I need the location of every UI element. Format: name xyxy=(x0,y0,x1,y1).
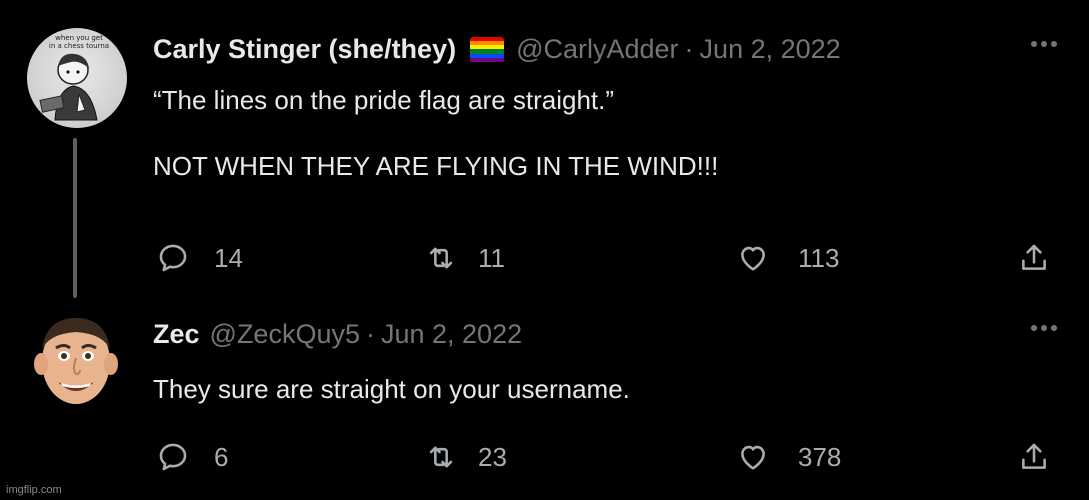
retweet-count: 11 xyxy=(478,242,505,273)
heart-icon xyxy=(741,246,765,271)
avatar-zec[interactable] xyxy=(24,308,128,412)
user-handle[interactable]: @ZeckQuy5 xyxy=(210,319,360,350)
retweet-button[interactable]: 11 xyxy=(424,238,505,278)
retweet-count: 23 xyxy=(478,441,507,472)
retweet-icon xyxy=(429,446,453,468)
retweet-icon xyxy=(429,247,453,269)
like-count: 378 xyxy=(798,441,842,472)
share-icon xyxy=(1022,443,1046,469)
flag-stripe xyxy=(470,58,505,63)
tweet-header: Carly Stinger (she/they) @CarlyAdder · J… xyxy=(153,34,841,65)
display-name[interactable]: Carly Stinger (she/they) xyxy=(153,34,456,65)
avatar-caption-line1: when you get xyxy=(55,34,103,42)
tweet-zec[interactable]: Zec @ZeckQuy5 · Jun 2, 2022 They sure ar… xyxy=(0,300,1089,500)
rainbow-pride-flag-icon xyxy=(470,36,505,63)
reply-button[interactable]: 14 xyxy=(156,238,243,278)
avatar-carly[interactable]: when you get in a chess tourna xyxy=(27,28,127,128)
share-button[interactable] xyxy=(1017,437,1051,477)
watermark: imgflip.com xyxy=(6,484,62,496)
display-name[interactable]: Zec xyxy=(153,319,200,350)
avatar-caption-line2: in a chess tourna xyxy=(49,42,109,50)
reply-button[interactable]: 6 xyxy=(156,437,228,477)
tweet-date[interactable]: Jun 2, 2022 xyxy=(700,34,841,65)
tweet-date[interactable]: Jun 2, 2022 xyxy=(381,319,522,350)
tweet-text: They sure are straight on your username. xyxy=(153,374,630,404)
separator-dot: · xyxy=(365,319,375,349)
like-button[interactable]: 113 xyxy=(736,238,839,278)
user-handle[interactable]: @CarlyAdder xyxy=(516,34,678,65)
cartoon-chess-player-avatar-image: when you get in a chess tourna xyxy=(39,34,109,121)
tweet-actions: 14 11 113 xyxy=(0,238,1089,278)
reply-count: 14 xyxy=(214,242,243,273)
share-icon xyxy=(1022,244,1046,270)
reply-icon xyxy=(159,443,187,471)
tweet-text: “The lines on the pride flag are straigh… xyxy=(153,85,719,181)
more-options-icon[interactable] xyxy=(1029,38,1059,50)
retweet-button[interactable]: 23 xyxy=(424,437,507,477)
share-button[interactable] xyxy=(1017,238,1051,278)
separator-dot: · xyxy=(684,34,694,64)
tweet-carly[interactable]: when you get in a chess tourna Carly Sti… xyxy=(0,0,1089,300)
more-options-icon[interactable] xyxy=(1029,322,1059,334)
tweet-header: Zec @ZeckQuy5 · Jun 2, 2022 xyxy=(153,319,522,350)
face-photo-avatar-image xyxy=(34,318,118,404)
like-count: 113 xyxy=(798,242,840,273)
heart-icon xyxy=(741,445,765,470)
reply-count: 6 xyxy=(214,441,229,472)
tweet-actions: 6 23 378 xyxy=(0,437,1089,477)
like-button[interactable]: 378 xyxy=(736,437,841,477)
reply-icon xyxy=(159,244,187,272)
